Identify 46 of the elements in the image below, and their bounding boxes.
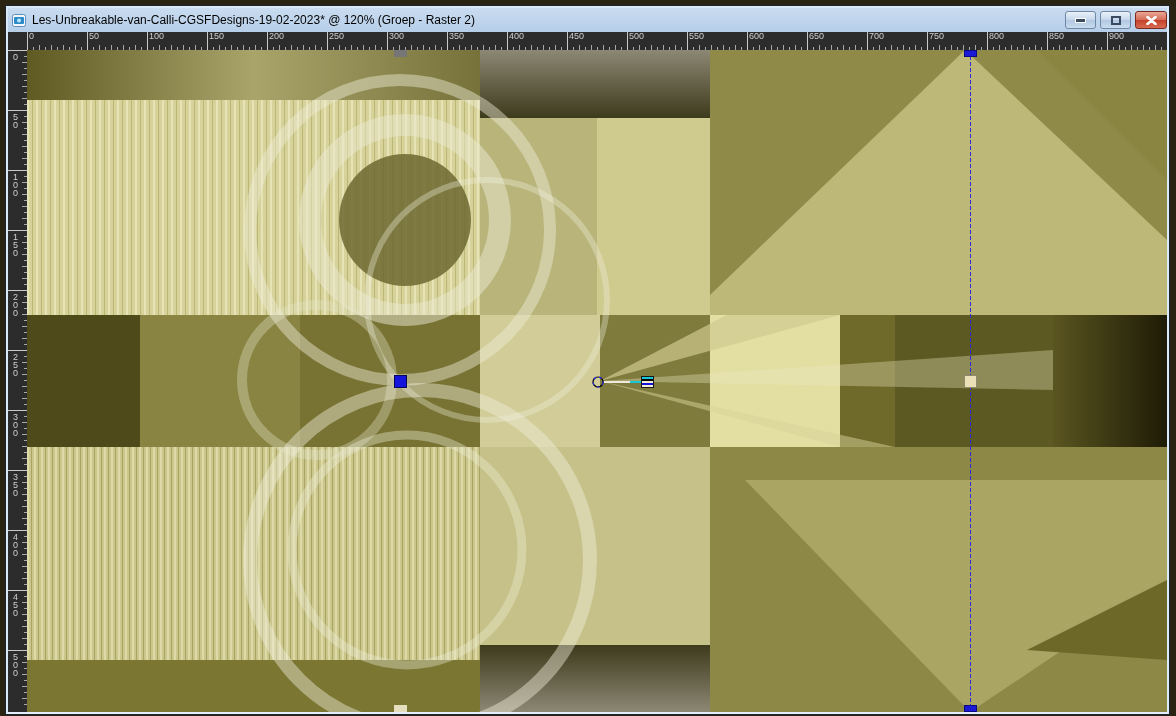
pivot-handle[interactable] bbox=[592, 376, 604, 388]
ruler-label: 150 bbox=[13, 233, 18, 257]
minimize-button[interactable] bbox=[1065, 11, 1096, 29]
guide-handle[interactable] bbox=[394, 50, 407, 57]
ruler-label: 250 bbox=[328, 32, 345, 41]
maximize-icon bbox=[1110, 15, 1121, 25]
resize-handle[interactable] bbox=[964, 375, 977, 388]
window-title: Les-Unbreakable-van-Calli-CGSFDesigns-19-02-2023* @ 120% (Groep - Raster 2) bbox=[32, 12, 476, 28]
ruler-label: 750 bbox=[928, 32, 945, 41]
ruler-label: 550 bbox=[688, 32, 705, 41]
ruler-label: 300 bbox=[13, 413, 18, 437]
resize-handle[interactable] bbox=[394, 375, 407, 388]
ruler-label: 650 bbox=[808, 32, 825, 41]
ruler-label: 500 bbox=[628, 32, 645, 41]
ruler-label: 200 bbox=[13, 293, 18, 317]
ruler-label: 0 bbox=[13, 53, 18, 61]
guide-handle[interactable] bbox=[394, 705, 407, 712]
ruler-label: 350 bbox=[13, 473, 18, 497]
ruler-label: 100 bbox=[13, 173, 18, 197]
ruler-label: 500 bbox=[13, 653, 18, 677]
ruler-label: 50 bbox=[88, 32, 99, 41]
ruler-label: 800 bbox=[988, 32, 1005, 41]
ruler-label: 250 bbox=[13, 353, 18, 377]
ruler-label: 450 bbox=[568, 32, 585, 41]
close-icon bbox=[1145, 15, 1157, 25]
ruler-label: 850 bbox=[1048, 32, 1065, 41]
ruler-label: 900 bbox=[1108, 32, 1125, 41]
rotation-handle[interactable] bbox=[641, 376, 654, 388]
ruler-label: 350 bbox=[448, 32, 465, 41]
minimize-icon bbox=[1075, 17, 1086, 23]
ruler-label: 700 bbox=[868, 32, 885, 41]
ruler-label: 150 bbox=[208, 32, 225, 41]
ruler-label: 50 bbox=[13, 113, 18, 129]
ruler-label: 450 bbox=[13, 593, 18, 617]
ruler-label: 300 bbox=[388, 32, 405, 41]
ruler-label: 600 bbox=[748, 32, 765, 41]
guide-handle[interactable] bbox=[964, 50, 977, 57]
ruler-label: 200 bbox=[268, 32, 285, 41]
ruler-label: 400 bbox=[508, 32, 525, 41]
maximize-button[interactable] bbox=[1100, 11, 1131, 29]
ruler-label: 0 bbox=[28, 32, 34, 41]
ruler-label: 400 bbox=[13, 533, 18, 557]
ruler-label: 100 bbox=[148, 32, 165, 41]
image-file-icon bbox=[12, 13, 26, 27]
guide-handle[interactable] bbox=[964, 705, 977, 712]
close-button[interactable] bbox=[1135, 11, 1167, 29]
